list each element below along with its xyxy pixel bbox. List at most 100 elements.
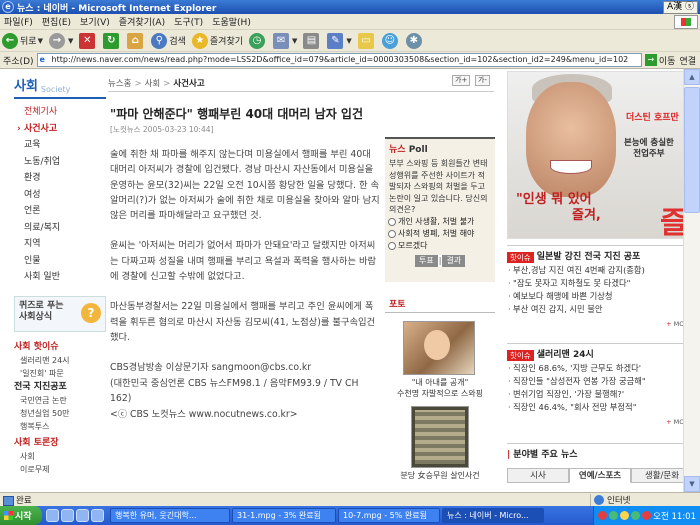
menu-view[interactable]: 보기(V)	[80, 15, 110, 28]
issue-item[interactable]: 청년실업 50만	[14, 407, 106, 420]
poll-option[interactable]: 사회적 병폐, 처벌 해야	[388, 228, 495, 240]
menu-tools[interactable]: 도구(T)	[174, 15, 203, 28]
earthquake-title[interactable]: 전국 지진공포	[14, 380, 106, 394]
list-item[interactable]: 직장인 46.4%, "회사 전망 부정적"	[507, 401, 693, 414]
list-item[interactable]: 직장인 68.6%, '지방 근무도 하겠다'	[507, 362, 693, 375]
sidebar-item-accidents[interactable]: 사건사고	[14, 121, 106, 138]
chevron-down-icon[interactable]: ▼	[346, 37, 351, 45]
tray-icon[interactable]	[620, 511, 630, 520]
radio-button[interactable]	[388, 217, 396, 226]
sidebar-item-education[interactable]: 교육	[14, 137, 106, 154]
quick-launch-icon[interactable]	[46, 509, 59, 522]
quick-launch-icon[interactable]	[91, 509, 104, 522]
quick-launch-icon[interactable]	[76, 509, 89, 522]
more-link[interactable]: MORE	[507, 320, 693, 328]
menu-favorites[interactable]: 즐겨찾기(A)	[119, 15, 165, 28]
font-larger-button[interactable]: 가+	[452, 75, 471, 86]
tray-icon[interactable]	[631, 511, 641, 520]
list-item[interactable]: "잠도 못자고 지하철도 못 타겠다"	[507, 277, 693, 290]
issue-item[interactable]: 국민연금 논란	[14, 394, 106, 407]
chevron-down-icon[interactable]: ▼	[38, 37, 43, 45]
photo-caption[interactable]: "내 아내를 공개" 수천명 자발적으로 스와핑	[385, 377, 495, 399]
breadcrumb-home[interactable]: 뉴스홈	[108, 79, 131, 89]
photo-thumbnail[interactable]	[411, 406, 469, 468]
scroll-thumb[interactable]	[684, 87, 700, 213]
quick-launch-icon[interactable]	[61, 509, 74, 522]
section-header[interactable]: 사회 Society	[14, 73, 106, 99]
sidebar-item-women[interactable]: 여성	[14, 187, 106, 204]
back-button[interactable]: ← 뒤로 ▼	[2, 32, 43, 49]
chevron-down-icon[interactable]: ▼	[68, 37, 73, 45]
breadcrumb-section[interactable]: 사회	[145, 79, 161, 89]
url-input[interactable]: http://news.naver.com/news/read.php?mode…	[36, 53, 642, 67]
tray-icon[interactable]	[609, 511, 619, 520]
list-item[interactable]: 직장인들 "삼성전자 연봉 가장 궁금해"	[507, 375, 693, 388]
sidebar-item-labor[interactable]: 노동/취업	[14, 154, 106, 171]
scroll-down-button[interactable]: ▼	[684, 476, 700, 492]
history-button[interactable]: ◷	[249, 32, 267, 49]
list-item[interactable]: 부산 여진 감지, 시민 불안	[507, 303, 693, 316]
radio-button[interactable]	[388, 229, 396, 238]
sidebar-item-all[interactable]: 전체기사	[14, 104, 106, 121]
folder-button[interactable]: ▭	[357, 32, 376, 49]
quiz-banner[interactable]: 퀴즈로 푸는 사회상식 ?	[14, 295, 106, 332]
vertical-scrollbar[interactable]: ▲ ▼	[683, 69, 700, 492]
list-item[interactable]: 예보보다 해맹에 바쁜 기상청	[507, 290, 693, 303]
hot-issue-item[interactable]: '일진회' 파문	[14, 367, 106, 380]
sidebar-item-people[interactable]: 인물	[14, 253, 106, 270]
photo-thumbnail[interactable]	[403, 321, 475, 375]
taskbar-button[interactable]: 31-1.mpg - 3% 완료됨	[232, 508, 336, 523]
home-button[interactable]: ⌂	[127, 32, 145, 49]
menu-file[interactable]: 파일(F)	[4, 15, 33, 28]
sidebar-item-general[interactable]: 사회 일반	[14, 269, 106, 286]
go-button[interactable]: → 이동	[644, 54, 675, 67]
messenger-button[interactable]: ☺	[381, 32, 400, 49]
debate-item[interactable]: 사회	[14, 450, 106, 463]
ad-banner[interactable]: 더스틴 호프만 본능에 충실한 전업주부 "인생 뭐 있어 즐겨, 즐	[507, 71, 693, 239]
refresh-button[interactable]: ↻	[103, 32, 121, 49]
more-link[interactable]: MORE	[507, 418, 693, 426]
debate-item[interactable]: 이로무제	[14, 463, 106, 476]
photo-caption[interactable]: 분당 女승무원 살인사건	[385, 470, 495, 481]
sidebar-item-region[interactable]: 지역	[14, 236, 106, 253]
poll-option[interactable]: 개인 사생활, 처벌 불가	[388, 216, 495, 228]
menu-edit[interactable]: 편집(E)	[42, 15, 71, 28]
edit-button[interactable]: ✎ ▼	[327, 32, 352, 49]
issue-item[interactable]: 행복투스	[14, 420, 106, 433]
tab-current-affairs[interactable]: 시사	[507, 468, 569, 483]
tray-icon[interactable]	[642, 511, 652, 520]
sidebar-item-welfare[interactable]: 의료/복지	[14, 220, 106, 237]
vote-button[interactable]: 투표	[415, 254, 438, 267]
result-button[interactable]: 결과	[442, 254, 466, 267]
list-item[interactable]: 변쉬기업 직장인, '가장 불행해?'	[507, 388, 693, 401]
section-title-en: Society	[40, 85, 71, 94]
box-title[interactable]: 핫이슈 일본발 강진 전국 지진 공포	[507, 250, 693, 264]
tray-icon[interactable]	[598, 511, 608, 520]
ime-indicator[interactable]: A漢 ⓢ	[662, 0, 698, 14]
box-title[interactable]: 핫이슈 샐러리맨 24시	[507, 348, 693, 362]
taskbar-button[interactable]: 10-7.mpg - 5% 완료됨	[338, 508, 440, 523]
links-button[interactable]: 연결	[679, 54, 696, 67]
start-button[interactable]: 시작	[0, 506, 42, 525]
mail-button[interactable]: ✉ ▼	[273, 32, 297, 49]
menu-help[interactable]: 도움말(H)	[212, 15, 251, 28]
print-button[interactable]: ▤	[303, 32, 321, 49]
font-smaller-button[interactable]: 가-	[475, 75, 490, 86]
chevron-down-icon[interactable]: ▼	[292, 37, 297, 45]
tools-button[interactable]: ✱	[405, 32, 424, 49]
taskbar-button[interactable]: 행복한 유머, 웃긴대학...	[110, 508, 230, 523]
hot-issue-item[interactable]: 샐러리맨 24시	[14, 354, 106, 367]
clock[interactable]: 오전 11:01	[653, 510, 696, 522]
stop-button[interactable]: ✕	[79, 32, 97, 49]
list-item[interactable]: 부산,경남 지진 여진 4번째 감지(종합)	[507, 264, 693, 277]
taskbar-button-active[interactable]: 뉴스 : 네이버 - Micro...	[442, 508, 544, 523]
scroll-up-button[interactable]: ▲	[684, 69, 700, 85]
poll-option[interactable]: 모르겠다	[388, 240, 495, 252]
sidebar-item-media[interactable]: 언론	[14, 203, 106, 220]
tab-entertainment[interactable]: 연예/스포츠	[569, 468, 631, 483]
favorites-button[interactable]: ★ 즐겨찾기	[191, 32, 243, 49]
sidebar-item-environment[interactable]: 환경	[14, 170, 106, 187]
forward-button[interactable]: → ▼	[48, 32, 73, 49]
radio-button[interactable]	[388, 241, 396, 250]
search-button[interactable]: ⚲ 검색	[151, 32, 186, 49]
